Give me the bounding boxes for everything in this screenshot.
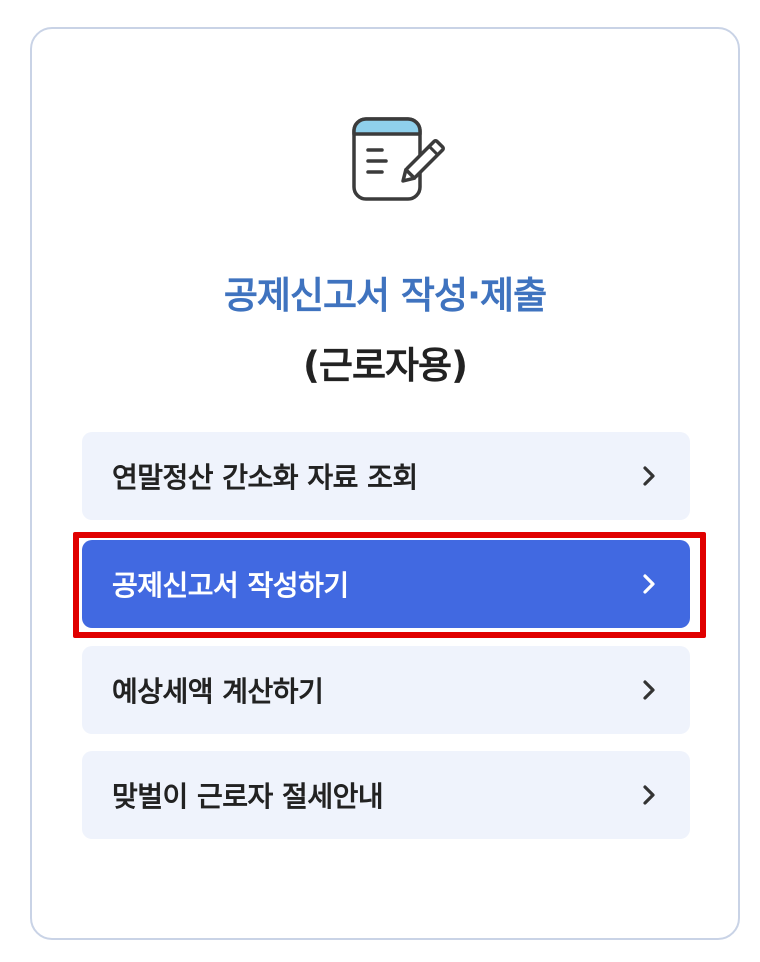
menu-item-label: 예상세액 계산하기	[112, 675, 324, 708]
card-subtitle: (근로자용)	[303, 344, 468, 387]
card-title: 공제신고서 작성·제출	[223, 274, 547, 317]
chevron-right-icon	[643, 680, 655, 700]
notepad-pencil-icon	[350, 114, 446, 206]
menu-item-label: 공제신고서 작성하기	[112, 569, 349, 602]
menu-item-dual-income-tax-guide[interactable]: 맞벌이 근로자 절세안내	[82, 751, 690, 839]
chevron-right-icon	[643, 574, 655, 594]
menu-item-label: 연말정산 간소화 자료 조회	[112, 461, 418, 494]
chevron-right-icon	[643, 785, 655, 805]
service-card: 공제신고서 작성·제출 (근로자용) 연말정산 간소화 자료 조회 공제신고서 …	[30, 27, 740, 940]
menu-item-write-deduction-form[interactable]: 공제신고서 작성하기	[82, 540, 690, 628]
chevron-right-icon	[643, 466, 655, 486]
menu-item-simplified-data-lookup[interactable]: 연말정산 간소화 자료 조회	[82, 432, 690, 520]
menu-item-estimated-tax-calc[interactable]: 예상세액 계산하기	[82, 646, 690, 734]
menu-item-label: 맞벌이 근로자 절세안내	[112, 780, 384, 813]
